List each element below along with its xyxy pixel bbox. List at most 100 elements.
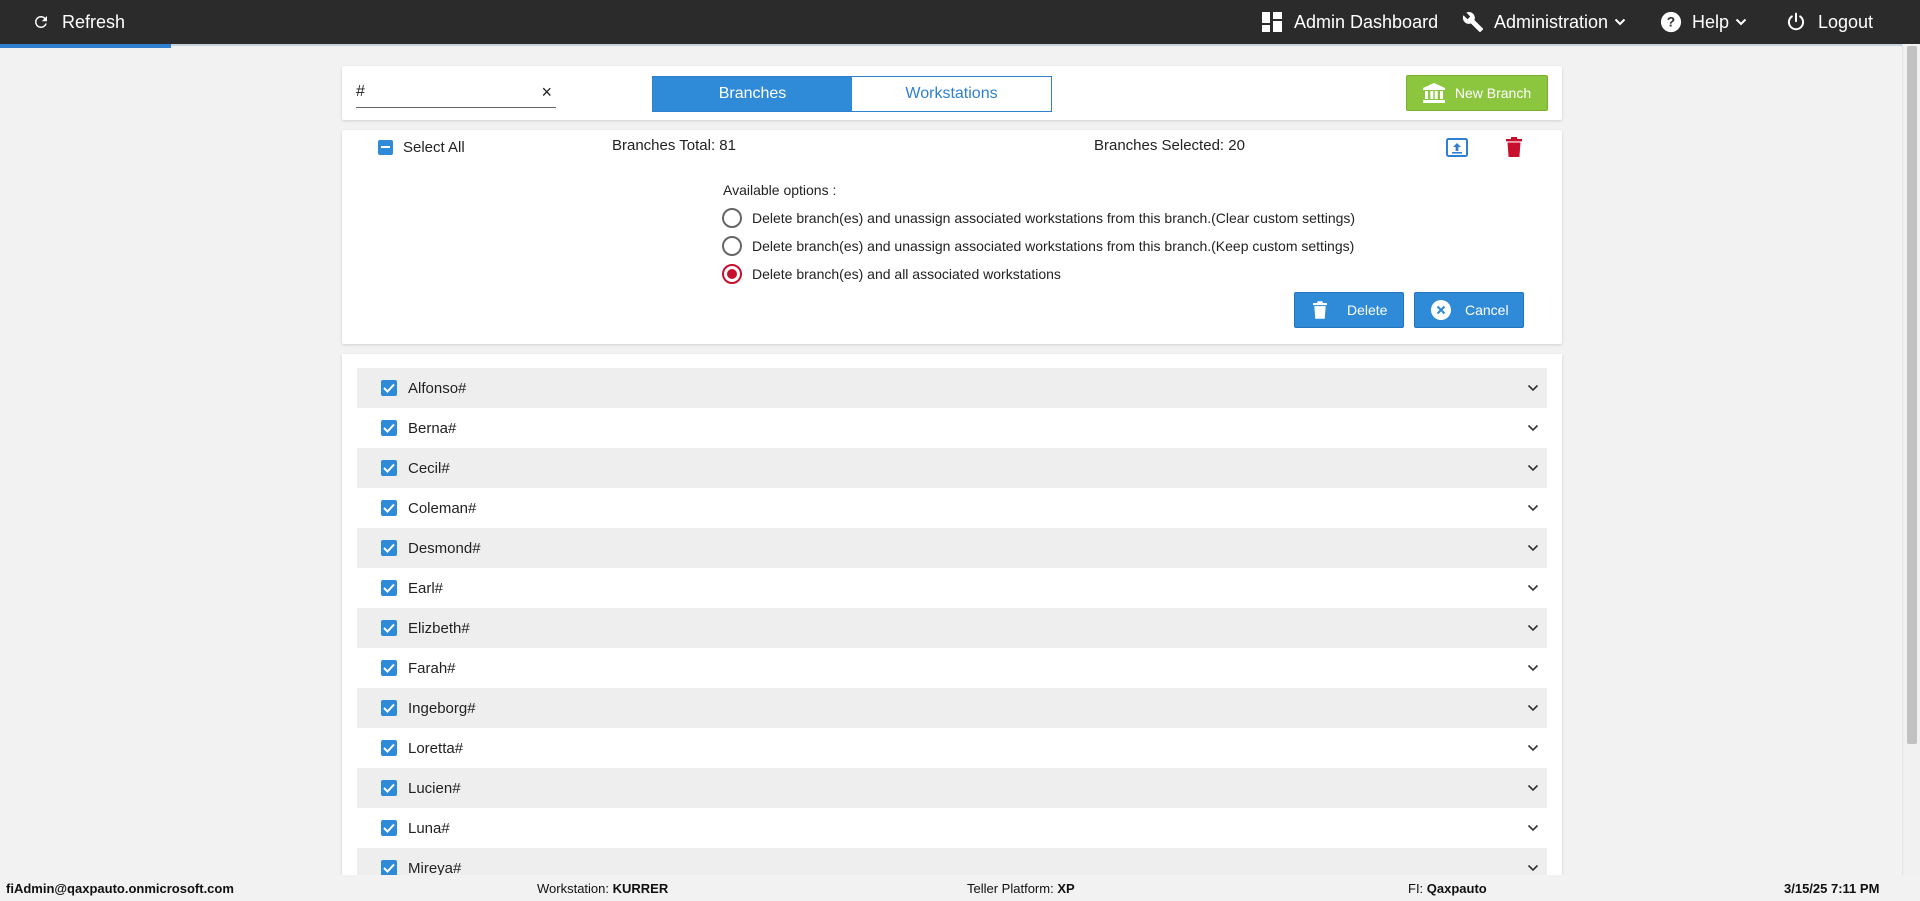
branch-checkbox[interactable] [381,460,397,476]
clear-search-icon[interactable]: × [541,83,552,101]
checkmark-icon [383,703,395,713]
expand-row-button[interactable] [1527,741,1539,759]
admin-dashboard-link[interactable]: Admin Dashboard [1262,0,1438,44]
trash-icon [1313,301,1327,319]
branch-row[interactable]: Mireya# [357,848,1547,875]
branch-row[interactable]: Luna# [357,808,1547,848]
administration-label: Administration [1494,11,1609,32]
branch-checkbox[interactable] [381,780,397,796]
administration-menu[interactable]: Administration [1462,0,1626,44]
branch-checkbox[interactable] [381,860,397,875]
footer-fi-value: Qaxpauto [1426,881,1487,896]
select-all-checkbox[interactable]: Select All [378,137,465,157]
expand-row-button[interactable] [1527,381,1539,399]
close-circle-icon [1431,300,1451,320]
help-menu[interactable]: ? Help [1660,0,1747,44]
cancel-button[interactable]: Cancel [1414,292,1524,328]
branch-row[interactable]: Farah# [357,648,1547,688]
tab-branches[interactable]: Branches [653,77,852,111]
expand-row-button[interactable] [1527,461,1539,479]
branch-name: Elizbeth# [408,619,470,637]
search-input[interactable] [356,78,526,106]
branch-checkbox[interactable] [381,580,397,596]
expand-row-button[interactable] [1527,621,1539,639]
delete-branches-button[interactable] [1506,137,1522,162]
branch-row[interactable]: Cecil# [357,448,1547,488]
branch-row[interactable]: Elizbeth# [357,608,1547,648]
chevron-down-icon [1527,664,1539,672]
chevron-down-icon [1527,544,1539,552]
branch-row[interactable]: Alfonso# [357,368,1547,408]
radio-button[interactable] [722,208,742,228]
branch-name: Farah# [408,659,456,677]
chevron-down-icon [1735,18,1747,26]
chevron-down-icon [1527,704,1539,712]
branch-list: Alfonso# Berna# Cecil# Coleman# Desmond# Earl… [342,354,1562,875]
branch-checkbox[interactable] [381,500,397,516]
chevron-down-icon [1527,864,1539,872]
option-label: Delete branch(es) and unassign associate… [752,210,1356,226]
chevron-down-icon [1527,584,1539,592]
dashboard-grid-icon [1262,12,1282,32]
svg-text:?: ? [1667,15,1675,30]
scrollbar-thumb[interactable] [1907,46,1917,744]
branch-name: Luna# [408,819,450,837]
branch-checkbox[interactable] [381,700,397,716]
checkmark-icon [383,583,395,593]
expand-row-button[interactable] [1527,581,1539,599]
page-scrollbar[interactable] [1902,44,1920,875]
branch-checkbox[interactable] [381,420,397,436]
branch-checkbox[interactable] [381,820,397,836]
refresh-button[interactable]: Refresh [32,0,125,44]
expand-row-button[interactable] [1527,541,1539,559]
chevron-down-icon [1527,424,1539,432]
branch-row[interactable]: Desmond# [357,528,1547,568]
available-options-label: Available options : [723,182,837,198]
expand-row-button[interactable] [1527,661,1539,679]
branch-row[interactable]: Ingeborg# [357,688,1547,728]
branches-toolbar: × Branches Workstations New Branch [342,66,1562,120]
branch-checkbox[interactable] [381,620,397,636]
loading-progress-track [0,44,1902,46]
new-branch-button[interactable]: New Branch [1406,75,1548,111]
chevron-down-icon [1527,824,1539,832]
branch-row[interactable]: Lucien# [357,768,1547,808]
expand-row-button[interactable] [1527,701,1539,719]
footer-fi-label: FI: [1408,881,1427,896]
radio-button[interactable] [722,236,742,256]
logout-button[interactable]: Logout [1786,0,1873,44]
admin-dashboard-label: Admin Dashboard [1294,11,1439,32]
branch-row[interactable]: Coleman# [357,488,1547,528]
footer-platform-value: XP [1057,881,1075,896]
option-keep-custom-settings[interactable]: Delete branch(es) and unassign associate… [722,235,1354,257]
select-all-label: Select All [403,138,465,156]
tab-workstations[interactable]: Workstations [852,77,1051,111]
radio-button-selected[interactable] [722,264,742,284]
branch-name: Desmond# [408,539,481,557]
option-clear-custom-settings[interactable]: Delete branch(es) and unassign associate… [722,207,1355,229]
expand-row-button[interactable] [1527,861,1539,875]
question-circle-icon: ? [1660,11,1682,33]
chevron-down-icon [1527,464,1539,472]
branch-row[interactable]: Loretta# [357,728,1547,768]
branch-name: Loretta# [408,739,464,757]
expand-row-button[interactable] [1527,421,1539,439]
branch-row[interactable]: Berna# [357,408,1547,448]
branch-name: Alfonso# [408,379,467,397]
expand-row-button[interactable] [1527,501,1539,519]
branch-name: Berna# [408,419,457,437]
confirm-delete-button[interactable]: Delete [1294,292,1404,328]
chevron-down-icon [1527,744,1539,752]
checkmark-icon [383,463,395,473]
export-button[interactable] [1446,138,1468,163]
expand-row-button[interactable] [1527,821,1539,839]
view-tabs: Branches Workstations [652,76,1052,112]
branch-row[interactable]: Earl# [357,568,1547,608]
branch-name: Lucien# [408,779,461,797]
expand-row-button[interactable] [1527,781,1539,799]
branch-checkbox[interactable] [381,540,397,556]
branch-checkbox[interactable] [381,380,397,396]
option-delete-all-workstations[interactable]: Delete branch(es) and all associated wor… [722,263,1061,285]
branch-checkbox[interactable] [381,740,397,756]
branch-checkbox[interactable] [381,660,397,676]
